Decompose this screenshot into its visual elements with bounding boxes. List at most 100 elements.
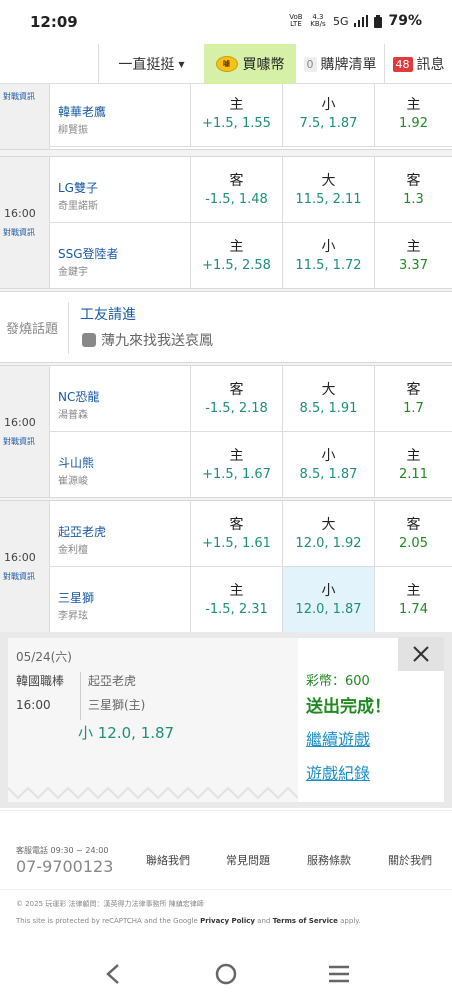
battery-percent: 79%: [388, 13, 422, 29]
total-bet-cell[interactable]: 小 7.5, 1.87: [282, 84, 374, 147]
bet-slip-details: 05/24(六) 韓國職棒 16:00 起亞老虎 三星獅(主) 小 12.0, …: [8, 638, 298, 802]
team-name[interactable]: 起亞老虎: [58, 523, 106, 540]
game-info-column: 16:00 對戰資訊: [0, 157, 50, 288]
battery-icon: [374, 14, 383, 28]
hot-topic-subtitle-link[interactable]: 薄九來找我送哀鳳: [82, 330, 213, 350]
moneyline-bet-cell[interactable]: 主 1.92: [374, 84, 452, 147]
game-card: 16:00 對戰資訊 起亞老虎 金利檀 客 +1.5, 1.61 大 12.0, 1…: [0, 500, 452, 633]
total-bet-cell[interactable]: 小 8.5, 1.87: [282, 432, 374, 498]
total-bet-cell[interactable]: 大 11.5, 2.11: [282, 157, 374, 223]
divider: [68, 302, 69, 354]
team-name[interactable]: 韓華老鷹: [58, 103, 106, 120]
footer-divider: [0, 889, 452, 890]
games-list: 對戰資訊 韓華老鷹 柳賢振 主 +1.5, 1.55 小 7.5, 1.87 主 1.…: [0, 84, 452, 640]
game-card: 16:00 對戰資訊 NC恐龍 湯普森 客 -1.5, 2.18 大 8.5, 1.…: [0, 365, 452, 498]
handicap-bet-cell[interactable]: 客 -1.5, 1.48: [190, 157, 282, 223]
total-bet-cell[interactable]: 大 12.0, 1.92: [282, 501, 374, 567]
game-info-column: 16:00 對戰資訊: [0, 366, 50, 497]
footer-link-terms[interactable]: 服務條款: [307, 852, 351, 868]
team-name[interactable]: LG雙子: [58, 179, 98, 196]
team-row: NC恐龍 湯普森 客 -1.5, 2.18 大 8.5, 1.91 客 1.7: [50, 366, 452, 432]
slip-time: 16:00: [16, 698, 51, 712]
handicap-bet-cell[interactable]: 客 +1.5, 1.61: [190, 501, 282, 567]
bet-odds: 8.5, 1.87: [299, 467, 358, 482]
close-slip-button[interactable]: [398, 637, 444, 671]
moneyline-bet-cell[interactable]: 客 1.7: [374, 366, 452, 432]
moneyline-bet-cell[interactable]: 主 3.37: [374, 223, 452, 289]
handicap-bet-cell[interactable]: 主 -1.5, 2.31: [190, 567, 282, 633]
legal-text: © 2025 玩運彩 法律顧問：漢英得力法律事務所 陳鎮宏律師 This sit…: [16, 899, 446, 925]
handicap-bet-cell[interactable]: 主 +1.5, 1.55: [190, 84, 282, 147]
hotline-phone[interactable]: 07-9700123: [16, 857, 113, 876]
moneyline-bet-cell[interactable]: 主 2.11: [374, 432, 452, 498]
pitcher-name: 金利檀: [58, 545, 88, 556]
terms-of-service-link[interactable]: Terms of Service: [273, 917, 338, 925]
messages-label: 訊息: [416, 57, 445, 73]
total-bet-cell[interactable]: 大 8.5, 1.91: [282, 366, 374, 432]
network-speed: 4.3 KB/s: [309, 14, 327, 28]
team-row: 三星獅 李昇玹 主 -1.5, 2.31 小 12.0, 1.87 主 1.74: [50, 567, 452, 633]
handicap-bet-cell[interactable]: 客 -1.5, 2.18: [190, 366, 282, 432]
team-name[interactable]: 斗山熊: [58, 454, 94, 471]
bet-label: 小: [321, 448, 336, 464]
game-info-column: 對戰資訊: [0, 84, 50, 149]
bet-slip-card: 05/24(六) 韓國職棒 16:00 起亞老虎 三星獅(主) 小 12.0, …: [8, 638, 444, 802]
footer-link-about[interactable]: 關於我們: [388, 852, 432, 868]
slip-home-team: 三星獅(主): [88, 698, 146, 712]
user-dropdown-label: 一直挺挺: [118, 57, 175, 73]
bet-odds: -1.5, 2.18: [205, 401, 268, 416]
moneyline-bet-cell[interactable]: 客 2.05: [374, 501, 452, 567]
matchup-info-link[interactable]: 對戰資訊: [3, 436, 35, 447]
status-bar: 12:09 VoB LTE 4.3 KB/s 5G 79%: [0, 0, 452, 44]
team-name[interactable]: SSG登陸者: [58, 245, 119, 262]
team-row: 起亞老虎 金利檀 客 +1.5, 1.61 大 12.0, 1.92 客 2.05: [50, 501, 452, 567]
bet-odds: 11.5, 1.72: [295, 258, 362, 273]
matchup-info-link[interactable]: 對戰資訊: [3, 91, 35, 102]
bet-label: 主: [229, 97, 244, 113]
recent-apps-icon[interactable]: [327, 965, 351, 983]
team-name[interactable]: NC恐龍: [58, 388, 99, 405]
game-time: 16:00: [4, 416, 36, 429]
hot-topic-label: 發燒話題: [6, 322, 59, 337]
submit-success-message: 送出完成！: [306, 697, 391, 717]
slip-league: 韓國職棒: [16, 674, 65, 688]
footer-link-faq[interactable]: 常見問題: [226, 852, 270, 868]
total-bet-cell-selected[interactable]: 小 12.0, 1.87: [282, 567, 374, 633]
hot-topic-banner: 發燒話題 工友請進 薄九來找我送哀鳳: [0, 291, 452, 363]
bet-odds: 2.11: [399, 467, 428, 482]
pitcher-name: 金鍵宇: [58, 267, 88, 278]
game-record-link[interactable]: 遊戲紀錄: [306, 760, 370, 784]
user-dropdown[interactable]: 一直挺挺 ▼: [98, 44, 204, 84]
recaptcha-text: This site is protected by reCAPTCHA and …: [16, 917, 201, 925]
pitcher-name: 柳賢振: [58, 125, 88, 136]
bet-label: 主: [229, 583, 244, 599]
system-nav-bar: [0, 948, 452, 1000]
team-name[interactable]: 三星獅: [58, 589, 94, 606]
hot-topic-link[interactable]: 工友請進: [80, 304, 136, 324]
continue-game-link[interactable]: 繼續遊戲: [306, 726, 370, 750]
coin-icon: 噱: [215, 56, 238, 72]
bet-odds: -1.5, 2.31: [205, 602, 268, 617]
matchup-info-link[interactable]: 對戰資訊: [3, 571, 35, 582]
messages-button[interactable]: 48 訊息: [384, 44, 452, 84]
footer-link-contact[interactable]: 聯絡我們: [146, 852, 190, 868]
privacy-policy-link[interactable]: Privacy Policy: [200, 917, 255, 925]
bet-odds: -1.5, 1.48: [205, 192, 268, 207]
back-icon[interactable]: [104, 963, 124, 985]
moneyline-bet-cell[interactable]: 客 1.3: [374, 157, 452, 223]
total-bet-cell[interactable]: 小 11.5, 1.72: [282, 223, 374, 289]
pitcher-name: 李昇玹: [58, 611, 88, 622]
game-info-column: 16:00 對戰資訊: [0, 501, 50, 632]
cart-button[interactable]: 0 購牌清單: [298, 44, 382, 84]
handicap-bet-cell[interactable]: 主 +1.5, 1.67: [190, 432, 282, 498]
home-icon[interactable]: [214, 962, 238, 986]
bet-odds: 7.5, 1.87: [299, 116, 358, 131]
message-count-badge: 48: [392, 56, 413, 72]
moneyline-bet-cell[interactable]: 主 1.74: [374, 567, 452, 633]
bet-label: 小: [321, 239, 336, 255]
bet-odds: 8.5, 1.91: [299, 401, 358, 416]
handicap-bet-cell[interactable]: 主 +1.5, 2.58: [190, 223, 282, 289]
matchup-info-link[interactable]: 對戰資訊: [3, 227, 35, 238]
buy-coins-button[interactable]: 噱 買噱幣: [204, 44, 296, 84]
pitcher-name: 崔源峻: [58, 476, 88, 487]
